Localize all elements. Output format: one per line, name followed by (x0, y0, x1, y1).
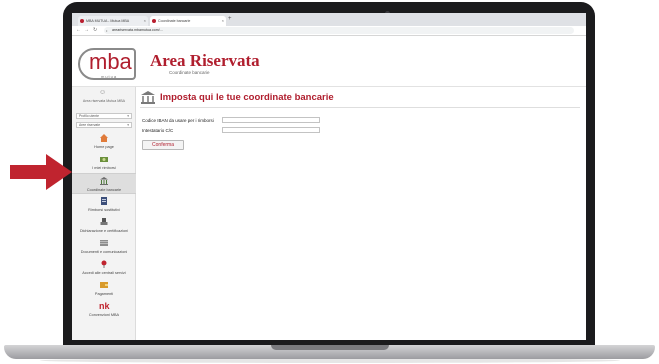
url-text: areariservata.mbamutua.com/... (112, 28, 163, 32)
browser-tab-2[interactable]: Coordinate bancarie × (150, 16, 226, 26)
sidebar-brand: ☺ Area riservata Mutua MBA (72, 87, 136, 109)
url-field[interactable]: • areariservata.mbamutua.com/... (104, 27, 574, 34)
document-icon (101, 197, 107, 205)
money-icon (100, 157, 108, 162)
favicon-icon (152, 19, 156, 23)
bank-icon (100, 177, 108, 185)
sidebar-item-coordinate-bancarie[interactable]: Coordinate bancarie (72, 173, 136, 194)
page: MBA MUTUA - Mutua MBA × Coordinate banca… (0, 0, 659, 364)
sidebar-item-convenzioni[interactable]: nk Convenzioni MBA (72, 299, 136, 320)
nk-icon: nk (99, 301, 110, 311)
divider (140, 107, 580, 108)
wallet-icon (100, 282, 108, 288)
main-content: Imposta qui le tue coordinate bancarie C… (136, 87, 586, 340)
account-holder-label: Intestatario C/C (142, 128, 174, 133)
address-bar: ← → ↻ • areariservata.mbamutua.com/... (72, 26, 586, 36)
browser-tab-label: Coordinate bancarie (158, 19, 191, 23)
site-header: mba mutua Area Riservata Coordinate banc… (72, 36, 586, 87)
logo-sub: mutua (101, 74, 118, 79)
forward-icon[interactable]: → (84, 27, 89, 33)
logo-text: mba (89, 49, 132, 74)
bank-icon (141, 91, 155, 104)
chevron-down-icon: ▾ (127, 114, 129, 118)
sidebar-item-documenti[interactable]: Documenti e comunicazioni (72, 236, 136, 257)
sidebar-item-label: Home page (94, 145, 114, 149)
arrow-icon (10, 154, 72, 190)
sidebar: ☺ Area riservata Mutua MBA Profilo utent… (72, 87, 136, 340)
sidebar-item-label: Accedi alle centrali servizi (82, 271, 126, 275)
confirm-button[interactable]: Conferma (142, 140, 184, 150)
home-icon (100, 134, 108, 142)
reload-icon[interactable]: ↻ (93, 27, 97, 33)
sidebar-select-label: Aree riservate (79, 123, 101, 127)
site-title: Area Riservata (150, 51, 260, 70)
sidebar-item-label: Documenti e comunicazioni (80, 250, 128, 254)
sidebar-item-dichiarazione[interactable]: Dichiarazione e certificazioni (72, 215, 136, 236)
stamp-icon (100, 218, 108, 225)
network-icon (101, 260, 107, 268)
sidebar-item-label: Coordinate bancarie (86, 188, 122, 192)
sidebar-select-profile[interactable]: Profilo utente ▾ (76, 113, 132, 119)
sidebar-item-label: Rimborsi sostitutivi (88, 208, 120, 212)
site-subtitle: Coordinate bancarie (169, 70, 210, 75)
close-icon[interactable]: × (144, 18, 146, 23)
user-icon: ☺ (99, 89, 107, 96)
folder-icon (100, 240, 108, 246)
laptop-notch (271, 345, 389, 350)
sidebar-brand-text: Area riservata Mutua MBA (82, 99, 126, 103)
logo[interactable]: mba mutua (78, 48, 136, 80)
browser-tab-label: MBA MUTUA - Mutua MBA (86, 19, 130, 23)
favicon-icon (80, 19, 84, 23)
account-holder-field[interactable] (222, 127, 320, 133)
sidebar-item-label: Dichiarazione e certificazioni (79, 229, 129, 233)
sidebar-item-label: Pagamenti (94, 292, 114, 296)
sidebar-item-label: I miei rimborsi (92, 166, 116, 170)
sidebar-item-rimborsi-sostitutivi[interactable]: Rimborsi sostitutivi (72, 194, 136, 215)
sidebar-select-areas[interactable]: Aree riservate ▾ (76, 122, 132, 128)
close-icon[interactable]: × (222, 18, 224, 23)
sidebar-item-rimborsi[interactable]: I miei rimborsi (72, 152, 136, 173)
new-tab-icon[interactable]: + (228, 16, 232, 22)
sidebar-item-label: Convenzioni MBA (88, 313, 120, 317)
sidebar-item-centrali-servizi[interactable]: Accedi alle centrali servizi (72, 257, 136, 278)
lock-icon: • (106, 28, 108, 33)
iban-field[interactable] (222, 117, 320, 123)
screen: MBA MUTUA - Mutua MBA × Coordinate banca… (72, 13, 586, 340)
sidebar-item-home[interactable]: Home page (72, 131, 136, 152)
page-title: Imposta qui le tue coordinate bancarie (160, 92, 334, 103)
sidebar-item-pagamenti[interactable]: Pagamenti (72, 278, 136, 299)
browser-tabbar: MBA MUTUA - Mutua MBA × Coordinate banca… (72, 13, 586, 26)
browser-tab-1[interactable]: MBA MUTUA - Mutua MBA × (78, 16, 148, 26)
chevron-down-icon: ▾ (127, 123, 129, 127)
back-icon[interactable]: ← (76, 27, 81, 33)
sidebar-select-label: Profilo utente (79, 114, 99, 118)
iban-label: Codice IBAN da usare per i rimborsi (142, 118, 214, 123)
